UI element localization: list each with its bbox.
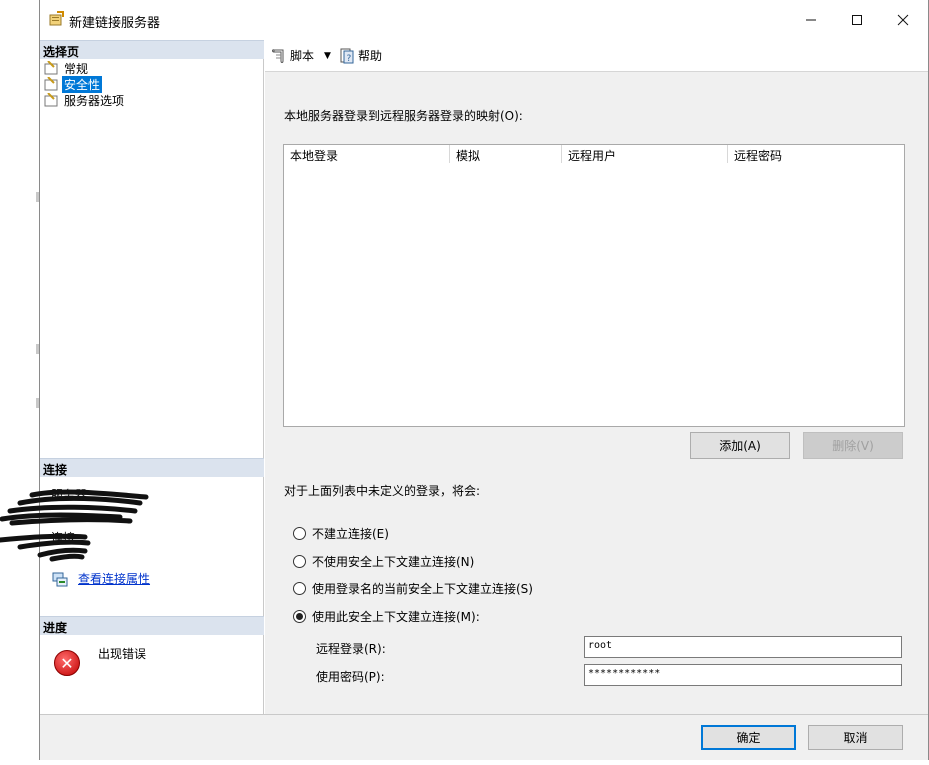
script-icon (272, 48, 284, 63)
mapping-label: 本地服务器登录到远程服务器登录的映射(O): (284, 109, 523, 123)
progress-status: 出现错误 (98, 647, 147, 661)
column-header-remote-user[interactable]: 远程用户 (562, 145, 728, 163)
left-pane: 选择页 常规 安全性 服务器选项 连接 服务器: 连接: 查看连接属性 进度 ✕… (40, 40, 264, 714)
select-page-header: 选择页 (40, 40, 264, 59)
maximize-icon (852, 15, 862, 25)
view-connection-properties[interactable]: 查看连接属性 (52, 570, 150, 587)
connection-header: 连接 (40, 458, 264, 477)
help-button[interactable]: ? 帮助 (339, 47, 382, 64)
column-header-remote-password[interactable]: 远程密码 (728, 145, 904, 163)
option-no-connection[interactable]: 不建立连接(E) (293, 525, 389, 542)
help-icon: ? (340, 48, 354, 64)
close-button[interactable] (880, 0, 926, 40)
add-button[interactable]: 添加(A) (690, 432, 790, 459)
option-this-security-context[interactable]: 使用此安全上下文建立连接(M): (293, 608, 480, 625)
background-gutter (0, 0, 39, 765)
page-item-label: 服务器选项 (64, 93, 125, 108)
delete-button[interactable]: 删除(V) (803, 432, 903, 459)
option-label: 使用此安全上下文建立连接(M): (312, 610, 480, 624)
grid-header: 本地登录 模拟 远程用户 远程密码 (284, 145, 904, 165)
linked-server-dialog: 新建链接服务器 选择页 常规 安全性 服务器选项 连接 服务器: 连接: 查看连… (39, 0, 929, 760)
minimize-button[interactable] (788, 0, 834, 40)
window-title: 新建链接服务器 (69, 16, 161, 31)
password-label: 使用密码(P): (316, 670, 385, 684)
close-icon (897, 14, 909, 26)
login-mapping-grid[interactable]: 本地登录 模拟 远程用户 远程密码 (283, 144, 905, 427)
script-button[interactable]: 脚本 ▼ (271, 47, 331, 64)
minimize-icon (806, 19, 816, 21)
error-icon: ✕ (54, 650, 80, 676)
cancel-button[interactable]: 取消 (808, 725, 903, 750)
connection-properties-icon (52, 572, 68, 586)
title-bar: 新建链接服务器 (40, 0, 928, 40)
page-item-general[interactable]: 常规 (44, 60, 90, 76)
maximize-button[interactable] (834, 0, 880, 40)
page-item-server-options[interactable]: 服务器选项 (44, 92, 126, 108)
undefined-login-label: 对于上面列表中未定义的登录，将会: (284, 484, 481, 498)
redaction-scribble (0, 489, 149, 562)
option-label: 使用登录名的当前安全上下文建立连接(S) (312, 582, 533, 596)
column-header-impersonate[interactable]: 模拟 (450, 145, 562, 163)
page-item-label: 常规 (64, 61, 89, 76)
radio-button[interactable] (293, 582, 306, 595)
linked-server-app-icon (49, 11, 64, 26)
page-item-label: 安全性 (62, 75, 103, 93)
page-icon (44, 61, 58, 75)
remote-login-label: 远程登录(R): (316, 642, 386, 656)
option-current-security-context[interactable]: 使用登录名的当前安全上下文建立连接(S) (293, 580, 533, 597)
security-page: 脚本 ▼ ? 帮助 本地服务器登录到远程服务器登录的映射(O): 本地登录 模拟… (265, 40, 928, 714)
password-input[interactable]: ************ (584, 664, 902, 686)
option-label: 不建立连接(E) (312, 527, 389, 541)
progress-header: 进度 (40, 616, 264, 635)
ok-button[interactable]: 确定 (701, 725, 796, 750)
radio-button[interactable] (293, 555, 306, 568)
radio-button-selected[interactable] (293, 610, 306, 623)
column-header-local-login[interactable]: 本地登录 (284, 145, 450, 163)
help-label: 帮助 (357, 49, 382, 63)
radio-button[interactable] (293, 527, 306, 540)
page-item-security[interactable]: 安全性 (44, 75, 103, 93)
dialog-footer: 确定 取消 (40, 714, 928, 760)
dropdown-arrow-icon[interactable]: ▼ (324, 51, 331, 61)
page-icon (44, 77, 58, 91)
option-no-security-context[interactable]: 不使用安全上下文建立连接(N) (293, 553, 474, 570)
toolbar: 脚本 ▼ ? 帮助 (265, 40, 928, 72)
option-label: 不使用安全上下文建立连接(N) (312, 555, 475, 569)
remote-login-input[interactable]: root (584, 636, 902, 658)
script-label: 脚本 (290, 49, 315, 63)
svg-text:?: ? (346, 54, 351, 64)
view-connection-link[interactable]: 查看连接属性 (78, 570, 150, 587)
page-icon (44, 93, 58, 107)
